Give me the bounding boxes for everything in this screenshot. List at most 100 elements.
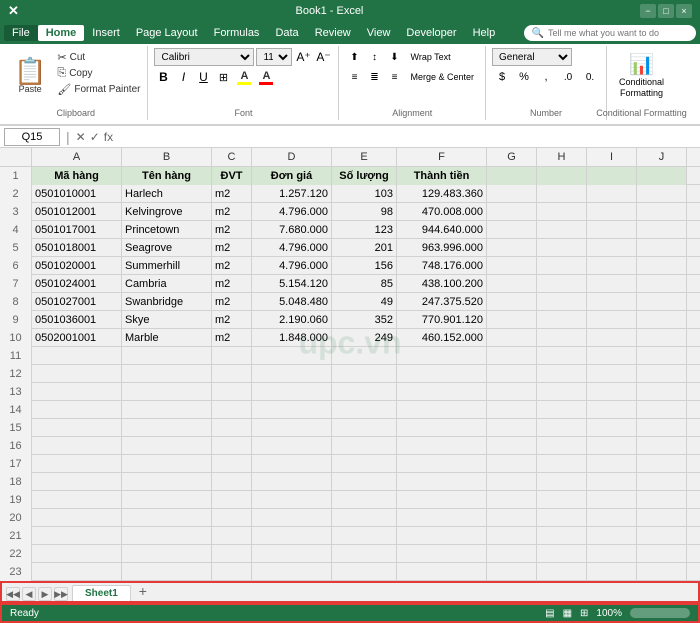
list-item[interactable]: Đơn giá: [252, 167, 332, 185]
list-item[interactable]: [397, 347, 487, 365]
list-item[interactable]: 0502001001: [32, 329, 122, 347]
list-item[interactable]: [122, 563, 212, 581]
row-num[interactable]: 3: [0, 203, 32, 221]
list-item[interactable]: m2: [212, 203, 252, 221]
list-item[interactable]: [637, 185, 687, 203]
align-right-button[interactable]: ≡: [385, 68, 403, 86]
list-item[interactable]: [537, 491, 587, 509]
list-item[interactable]: [587, 311, 637, 329]
align-bottom-button[interactable]: ⬇: [385, 48, 403, 66]
list-item[interactable]: [487, 185, 537, 203]
list-item[interactable]: [212, 509, 252, 527]
list-item[interactable]: m2: [212, 257, 252, 275]
list-item[interactable]: 0501036001: [32, 311, 122, 329]
confirm-formula-icon[interactable]: ✓: [90, 130, 100, 144]
list-item[interactable]: [537, 527, 587, 545]
list-item[interactable]: [252, 545, 332, 563]
list-item[interactable]: 49: [332, 293, 397, 311]
list-item[interactable]: [32, 365, 122, 383]
row-num[interactable]: 6: [0, 257, 32, 275]
list-item[interactable]: [537, 401, 587, 419]
list-item[interactable]: Seagrove: [122, 239, 212, 257]
list-item[interactable]: [32, 491, 122, 509]
row-num[interactable]: 9: [0, 311, 32, 329]
list-item[interactable]: m2: [212, 185, 252, 203]
list-item[interactable]: [32, 527, 122, 545]
list-item[interactable]: [212, 365, 252, 383]
list-item[interactable]: 0501018001: [32, 239, 122, 257]
list-item[interactable]: [537, 329, 587, 347]
list-item[interactable]: 156: [332, 257, 397, 275]
list-item[interactable]: 249: [332, 329, 397, 347]
list-item[interactable]: [637, 509, 687, 527]
row-num[interactable]: 5: [0, 239, 32, 257]
list-item[interactable]: [637, 329, 687, 347]
list-item[interactable]: [252, 509, 332, 527]
list-item[interactable]: Princetown: [122, 221, 212, 239]
list-item[interactable]: [587, 401, 637, 419]
list-item[interactable]: [637, 293, 687, 311]
sheet-nav-next[interactable]: ▶: [38, 587, 52, 601]
list-item[interactable]: [487, 257, 537, 275]
col-header-i[interactable]: I: [587, 148, 637, 166]
list-item[interactable]: [637, 527, 687, 545]
list-item[interactable]: 123: [332, 221, 397, 239]
list-item[interactable]: [487, 473, 537, 491]
add-sheet-button[interactable]: +: [131, 581, 155, 601]
list-item[interactable]: m2: [212, 329, 252, 347]
list-item[interactable]: Swanbridge: [122, 293, 212, 311]
list-item[interactable]: [487, 383, 537, 401]
list-item[interactable]: [397, 455, 487, 473]
menu-item-help[interactable]: Help: [465, 25, 504, 41]
list-item[interactable]: 4.796.000: [252, 257, 332, 275]
list-item[interactable]: 0501017001: [32, 221, 122, 239]
list-item[interactable]: [487, 545, 537, 563]
list-item[interactable]: [487, 491, 537, 509]
list-item[interactable]: [252, 491, 332, 509]
list-item[interactable]: 7.680.000: [252, 221, 332, 239]
paste-button[interactable]: 📋 Paste: [8, 48, 52, 104]
row-num[interactable]: 8: [0, 293, 32, 311]
list-item[interactable]: 0501010001: [32, 185, 122, 203]
list-item[interactable]: [587, 473, 637, 491]
decrease-decimal-button[interactable]: 0.: [580, 68, 600, 86]
list-item[interactable]: [122, 455, 212, 473]
format-painter-button[interactable]: 🖌 Format Painter: [54, 82, 143, 97]
row-num[interactable]: 7: [0, 275, 32, 293]
list-item[interactable]: [637, 473, 687, 491]
menu-item-view[interactable]: View: [359, 25, 399, 41]
minimize-btn[interactable]: −: [640, 4, 656, 18]
sheet-tab-sheet1[interactable]: Sheet1: [72, 585, 131, 601]
list-item[interactable]: [332, 365, 397, 383]
status-view-layout[interactable]: ▦: [563, 608, 572, 619]
list-item[interactable]: [487, 455, 537, 473]
list-item[interactable]: [637, 491, 687, 509]
list-item[interactable]: [637, 311, 687, 329]
list-item[interactable]: [122, 365, 212, 383]
list-item[interactable]: [637, 383, 687, 401]
list-item[interactable]: [587, 455, 637, 473]
list-item[interactable]: [637, 455, 687, 473]
align-center-button[interactable]: ≣: [365, 68, 383, 86]
list-item[interactable]: [397, 473, 487, 491]
list-item[interactable]: 1.848.000: [252, 329, 332, 347]
list-item[interactable]: 460.152.000: [397, 329, 487, 347]
list-item[interactable]: [537, 437, 587, 455]
list-item[interactable]: m2: [212, 239, 252, 257]
list-item[interactable]: 470.008.000: [397, 203, 487, 221]
close-btn[interactable]: ×: [676, 4, 692, 18]
row-num[interactable]: 22: [0, 545, 32, 563]
list-item[interactable]: [587, 545, 637, 563]
list-item[interactable]: [332, 527, 397, 545]
list-item[interactable]: [122, 509, 212, 527]
row-num[interactable]: 10: [0, 329, 32, 347]
row-num[interactable]: 13: [0, 383, 32, 401]
list-item[interactable]: [32, 419, 122, 437]
list-item[interactable]: [487, 239, 537, 257]
list-item[interactable]: [587, 293, 637, 311]
list-item[interactable]: Harlech: [122, 185, 212, 203]
list-item[interactable]: [487, 365, 537, 383]
list-item[interactable]: [587, 167, 637, 185]
list-item[interactable]: Summerhill: [122, 257, 212, 275]
list-item[interactable]: [332, 545, 397, 563]
